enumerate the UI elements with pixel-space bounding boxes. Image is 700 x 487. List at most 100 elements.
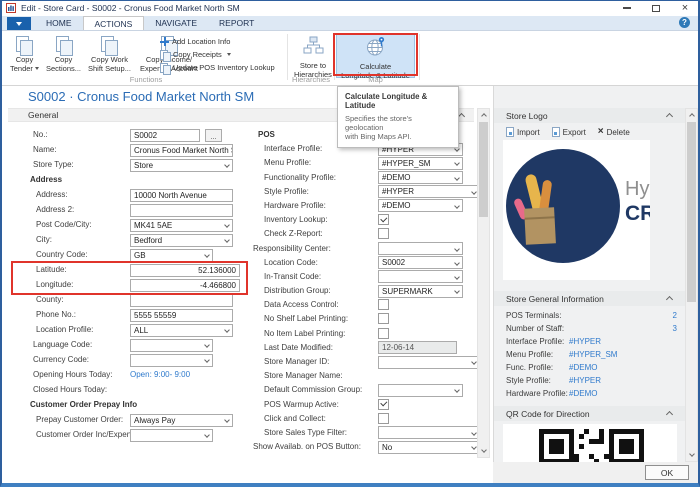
close-icon[interactable]: × — [680, 3, 690, 13]
dropdown-caret-icon — [224, 222, 230, 228]
field-dropdown[interactable]: No — [378, 441, 480, 454]
button-label: Shift Setup... — [88, 64, 131, 73]
application-menu-button[interactable] — [7, 17, 31, 30]
dropdown-caret-icon — [204, 252, 210, 258]
form-scrollbar[interactable] — [477, 108, 490, 458]
field-checkbox[interactable] — [378, 214, 389, 225]
field-dropdown[interactable] — [378, 242, 463, 255]
scrollbar-thumb[interactable] — [479, 122, 488, 217]
field-dropdown[interactable]: #DEMO — [378, 171, 463, 184]
ribbon-separator — [419, 34, 420, 80]
field-row: Longitude:-4.466800 — [20, 278, 252, 293]
scroll-down-icon[interactable] — [686, 449, 697, 461]
store-to-hierarchies-button[interactable]: Store toHierarchies — [292, 34, 334, 78]
field-value: #DEMO — [382, 201, 410, 210]
field-textbox[interactable]: Cronus Food Market North SM — [130, 144, 233, 157]
field-dropdown[interactable]: SUPERMARK — [378, 285, 463, 298]
tab-actions[interactable]: ACTIONS — [83, 16, 145, 30]
field-textbox[interactable] — [130, 204, 233, 217]
field-value: No — [382, 443, 392, 452]
add-location-info-button[interactable]: Add Location Info — [160, 36, 230, 47]
info-value[interactable]: #HYPER_SM — [569, 350, 617, 359]
field-dropdown[interactable]: S0002 — [378, 256, 463, 269]
scroll-up-icon[interactable] — [478, 109, 489, 121]
info-value[interactable]: #HYPER — [569, 376, 601, 385]
field-dropdown[interactable] — [378, 270, 463, 283]
info-value[interactable]: 2 — [673, 311, 677, 320]
field-dropdown[interactable]: #DEMO — [378, 199, 463, 212]
info-value[interactable]: #DEMO — [569, 389, 597, 398]
field-label: Address: — [36, 190, 68, 199]
info-label: Number of Staff: — [506, 324, 564, 333]
field-dropdown[interactable] — [378, 384, 463, 397]
tab-home[interactable]: HOME — [35, 16, 83, 30]
collapse-icon[interactable] — [666, 113, 673, 120]
field-dropdown[interactable] — [378, 426, 480, 439]
copy-document-icon — [160, 63, 170, 73]
scrollbar-thumb[interactable] — [687, 122, 696, 302]
import-button[interactable]: Import — [506, 127, 540, 137]
field-textbox[interactable]: 52.136000 — [130, 264, 240, 277]
help-icon[interactable]: ? — [679, 17, 690, 28]
info-value[interactable]: #DEMO — [569, 363, 597, 372]
copy-sections-button[interactable]: CopySections... — [44, 34, 83, 78]
factbox-store-info-header[interactable]: Store General Information — [494, 291, 698, 306]
field-dropdown[interactable] — [130, 339, 213, 352]
delete-button[interactable]: ×Delete — [598, 127, 630, 137]
field-checkbox[interactable] — [378, 399, 389, 410]
field-dropdown[interactable]: ALL — [130, 324, 233, 337]
field-textbox[interactable]: 10000 North Avenue — [130, 189, 233, 202]
info-value[interactable]: #HYPER — [569, 337, 601, 346]
field-checkbox[interactable] — [378, 413, 389, 424]
maximize-icon[interactable] — [651, 3, 661, 13]
update-pos-inventory-lookup-button[interactable]: Update POS Inventory Lookup — [160, 62, 275, 73]
field-checkbox[interactable] — [378, 299, 389, 310]
field-dropdown[interactable]: Bedford — [130, 234, 233, 247]
copy-receipts-button[interactable]: Copy Receipts — [160, 49, 231, 60]
factbox-qr-header[interactable]: QR Code for Direction — [494, 406, 698, 421]
collapse-icon[interactable] — [458, 113, 465, 120]
copy-document-icon — [99, 35, 119, 55]
lookup-button[interactable]: ... — [205, 129, 222, 142]
field-checkbox[interactable] — [378, 313, 389, 324]
field-textbox[interactable]: 12-06-14 — [378, 341, 457, 354]
ok-button[interactable]: OK — [645, 465, 689, 480]
field-checkbox[interactable] — [378, 328, 389, 339]
button-label: Add Location Info — [172, 37, 230, 46]
field-dropdown[interactable]: Store — [130, 159, 233, 172]
info-label: POS Terminals: — [506, 311, 561, 320]
field-dropdown[interactable]: #HYPER — [378, 185, 480, 198]
collapse-icon[interactable] — [666, 296, 673, 303]
field-textbox[interactable]: -4.466800 — [130, 279, 240, 292]
field-dropdown[interactable] — [378, 356, 480, 369]
field-dropdown[interactable]: Always Pay — [130, 414, 233, 427]
ribbon-group-functions: Functions — [8, 75, 284, 84]
field-dropdown[interactable]: MK41 5AE — [130, 219, 233, 232]
calculate-longitude-latitude-button[interactable]: CalculateLongitude & Latitude — [336, 34, 415, 78]
field-checkbox[interactable] — [378, 228, 389, 239]
field-textbox[interactable]: S0002 — [130, 129, 200, 142]
minimize-icon[interactable] — [622, 3, 632, 13]
field-row: Language Code: — [20, 338, 252, 353]
scroll-up-icon[interactable] — [686, 109, 697, 121]
tab-report[interactable]: REPORT — [208, 16, 265, 30]
field-label: City: — [36, 235, 52, 244]
factbox-store-logo-header[interactable]: Store Logo — [494, 108, 698, 123]
scroll-down-icon[interactable] — [478, 445, 489, 457]
field-dropdown[interactable] — [130, 354, 213, 367]
dropdown-caret-icon — [224, 162, 230, 168]
field-textbox[interactable]: 5555 55559 — [130, 309, 233, 322]
tab-navigate[interactable]: NAVIGATE — [144, 16, 208, 30]
info-value[interactable]: 3 — [673, 324, 677, 333]
collapse-icon[interactable] — [666, 411, 673, 418]
field-dropdown[interactable] — [130, 429, 213, 442]
field-dropdown[interactable]: #HYPER_SM — [378, 157, 463, 170]
factbox-scrollbar[interactable] — [685, 108, 698, 462]
button-label: Sections... — [46, 64, 81, 73]
ribbon-separator — [287, 34, 288, 80]
copy-tender-button[interactable]: CopyTender — [8, 34, 41, 78]
field-textbox[interactable] — [130, 294, 233, 307]
copy-work-shift-setup-button[interactable]: Copy WorkShift Setup... — [86, 34, 133, 78]
export-button[interactable]: Export — [552, 127, 586, 137]
field-dropdown[interactable]: GB — [130, 249, 213, 262]
